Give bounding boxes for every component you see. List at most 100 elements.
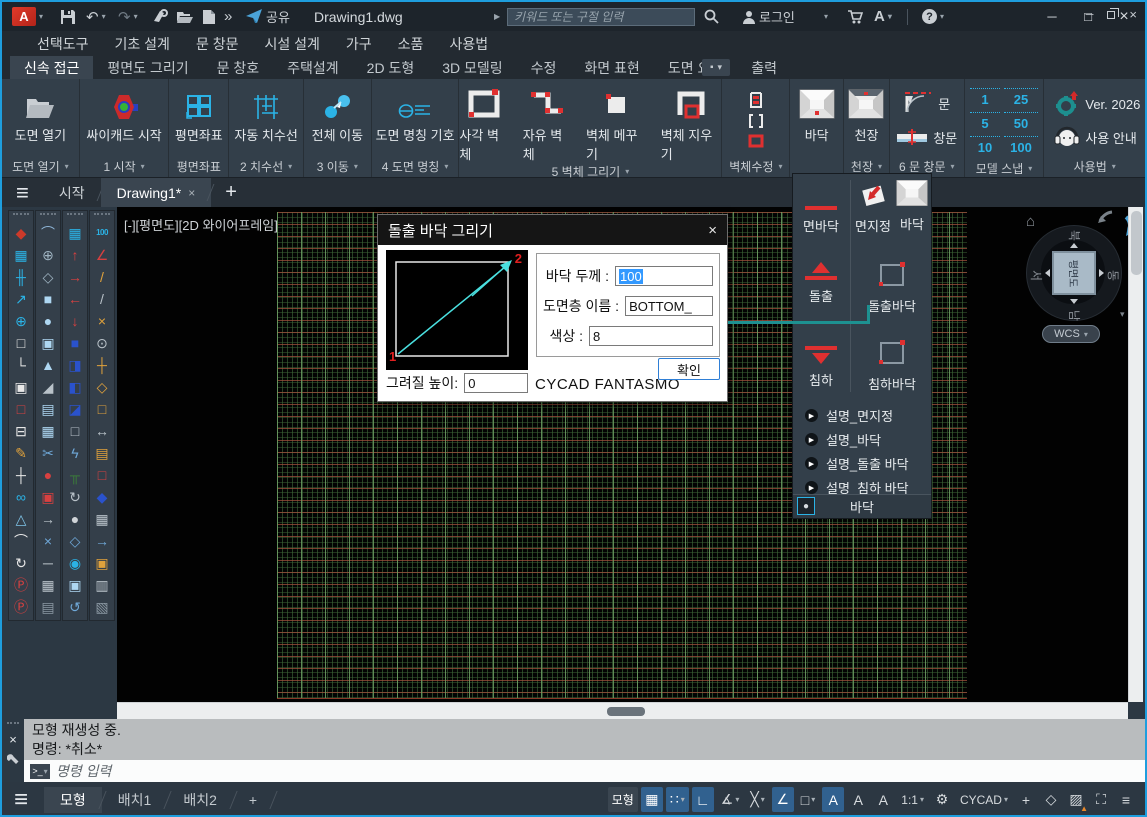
drawing-symbol-icon[interactable]: ⊕ xyxy=(9,310,33,332)
window-frame-icon[interactable]: ▦ xyxy=(90,508,114,530)
tab-start[interactable]: 시작 xyxy=(43,178,101,207)
union-icon[interactable]: ▣ xyxy=(36,332,60,354)
new-tab-button[interactable]: + xyxy=(211,181,251,204)
mdi-restore-button[interactable] xyxy=(1107,11,1115,19)
copy-rotate-icon[interactable]: ↺ xyxy=(63,596,87,618)
wire-cube-icon[interactable]: ◇ xyxy=(63,530,87,552)
flyout-desc-floor[interactable]: ▶ 설명_바닥 xyxy=(793,428,931,451)
pin-icon[interactable]: ● xyxy=(797,497,815,515)
extrude-up-icon[interactable]: ↑ xyxy=(63,244,87,266)
face-assign-button[interactable]: 면지정 xyxy=(853,182,893,235)
ribbon-tab-door-window[interactable]: 문 창호 xyxy=(203,56,274,79)
point-square-icon[interactable]: □ xyxy=(90,398,114,420)
camera-icon[interactable]: ◉ xyxy=(63,552,87,574)
user-guide-button[interactable]: 사용 안내 xyxy=(1054,122,1136,152)
thickness-input[interactable]: 100 xyxy=(615,266,713,286)
menu-basic-design[interactable]: 기초 설계 xyxy=(102,34,183,54)
ribbon-group-footer[interactable]: 도면 열기▾ xyxy=(2,156,79,177)
viewcube-arrow-left[interactable] xyxy=(1045,269,1050,277)
ribbon-group-footer[interactable]: 1 시작▾ xyxy=(80,156,169,177)
mdi-minimize-button[interactable]: ─ xyxy=(1086,9,1094,21)
viewcube-arrow-up[interactable] xyxy=(1070,243,1078,248)
annotation-scale-value[interactable]: 1:1▾ xyxy=(897,787,928,812)
ribbon-group-footer[interactable]: 벽체수정▾ xyxy=(722,156,789,177)
leader-icon[interactable]: ─ xyxy=(36,552,60,574)
wall-rect-icon[interactable]: □ xyxy=(9,332,33,354)
drawing-name-symbol-button[interactable]: 도면 명칭 기호 xyxy=(376,84,455,144)
sphere-icon[interactable]: ● xyxy=(63,508,87,530)
slice-b-icon[interactable]: ◧ xyxy=(63,376,87,398)
orbit-icon[interactable]: ↻ xyxy=(63,486,87,508)
ribbon-group-footer[interactable]: 사용법▾ xyxy=(1044,156,1145,177)
blue-cube-icon[interactable]: ◆ xyxy=(90,486,114,508)
command-input-row[interactable]: >_▾ 명령 입력 xyxy=(24,760,1147,782)
ribbon-group-footer[interactable]: 모델 스냅▾ xyxy=(965,160,1044,177)
crosshair-plus-icon[interactable]: + xyxy=(1015,787,1037,812)
compass-south[interactable]: 남 xyxy=(1066,310,1083,321)
push-down-icon[interactable]: ↓ xyxy=(63,310,87,332)
ribbon-tab-output[interactable]: 출력 xyxy=(737,56,791,79)
subtract-icon[interactable]: ▤ xyxy=(36,398,60,420)
toolbar-grip[interactable] xyxy=(67,213,83,220)
version-button[interactable]: Ver. 2026 xyxy=(1054,88,1140,120)
layout-tab-layout2[interactable]: 배치2 xyxy=(167,787,233,813)
center-mark-icon[interactable]: ┼ xyxy=(90,354,114,376)
copy-icon[interactable]: ∞ xyxy=(9,486,33,508)
auto-dimension-button[interactable]: 자동 치수선 xyxy=(234,84,297,144)
grid-3d-icon[interactable]: ▦ xyxy=(63,222,87,244)
cycad-start-icon[interactable]: ◆ xyxy=(9,222,33,244)
offset-icon[interactable]: → xyxy=(36,508,60,530)
undo-button[interactable]: ↶ ▾ xyxy=(86,2,106,31)
clipboard-icon[interactable]: ▥ xyxy=(90,574,114,596)
compass-north[interactable]: 북 xyxy=(1066,230,1083,241)
tab-close-icon[interactable]: × xyxy=(188,186,195,200)
compass-west[interactable]: 서 xyxy=(1028,270,1045,281)
new-drawing-button[interactable] xyxy=(202,2,216,31)
plan-grid-icon[interactable]: ▦ xyxy=(9,244,33,266)
multi-tool-icon[interactable]: ▧ xyxy=(90,596,114,618)
snap-value-1[interactable]: 1 xyxy=(970,88,1000,112)
wmf-export-icon[interactable]: → xyxy=(90,530,114,552)
search-input[interactable]: 키워드 또는 구절 입력 xyxy=(507,8,695,26)
snap-value-5[interactable]: 5 xyxy=(970,112,1000,136)
stack-icon[interactable]: ▦ xyxy=(36,420,60,442)
line-draw-icon[interactable]: / xyxy=(90,266,114,288)
viewcube-menu-arrow[interactable]: ▾ xyxy=(1120,309,1125,320)
revolve-icon[interactable]: ● xyxy=(36,310,60,332)
face-floor-button[interactable]: 면바닥 xyxy=(793,198,849,235)
wall-erase-icon[interactable]: □ xyxy=(9,398,33,420)
pencil-icon[interactable]: ✎ xyxy=(9,442,33,464)
help-button[interactable]: ? ▾ xyxy=(922,2,944,31)
wall-free-button[interactable]: 자유 벽체 xyxy=(523,84,572,163)
object-snap-toggle[interactable]: □▾ xyxy=(797,787,819,812)
login-button[interactable]: 로그인 xyxy=(742,2,795,31)
menu-furniture[interactable]: 가구 xyxy=(333,34,385,54)
window-button[interactable]: 창문 xyxy=(896,120,957,154)
ribbon-group-footer[interactable]: 3 이동▾ xyxy=(304,156,371,177)
open-button[interactable] xyxy=(176,2,194,31)
tab-drawing1[interactable]: Drawing1* × xyxy=(101,178,212,207)
cycad-start-button[interactable]: 싸이캐드 시작 xyxy=(86,84,161,144)
layer-name-input[interactable]: BOTTOM_ xyxy=(625,296,713,316)
sink-button[interactable]: 침하 xyxy=(793,340,849,389)
plan-coordinates-button[interactable]: 평면좌표 xyxy=(175,84,223,144)
menu-door-window[interactable]: 문 창문 xyxy=(183,34,252,54)
wall-rect-button[interactable]: 사각 벽체 xyxy=(459,84,508,163)
vertical-scrollbar-thumb[interactable] xyxy=(1131,211,1142,275)
ribbon-tab-plan-drawing[interactable]: 평면도 그리기 xyxy=(93,56,202,79)
cone-icon[interactable]: ▲ xyxy=(36,354,60,376)
login-dropdown[interactable]: ▾ xyxy=(824,2,828,31)
plot-button[interactable] xyxy=(152,2,169,31)
arc-icon[interactable]: ⌒ xyxy=(36,222,60,244)
node-icon[interactable]: ◇ xyxy=(90,376,114,398)
horizontal-scrollbar[interactable] xyxy=(117,702,1128,719)
floor-flyout-button[interactable]: 바닥 xyxy=(892,178,932,233)
search-icon[interactable] xyxy=(704,9,719,24)
viewcube-arrow-right[interactable] xyxy=(1099,269,1104,277)
ribbon-tab-3d-modeling[interactable]: 3D 모델링 xyxy=(428,56,516,79)
rotate-icon[interactable]: ↻ xyxy=(9,552,33,574)
wcs-selector[interactable]: WCS▾ xyxy=(1042,325,1100,343)
trim-icon[interactable]: × xyxy=(36,530,60,552)
ok-button[interactable]: 확인 xyxy=(658,358,720,380)
polyline-edit2-icon[interactable]: Ⓟ xyxy=(9,596,33,618)
